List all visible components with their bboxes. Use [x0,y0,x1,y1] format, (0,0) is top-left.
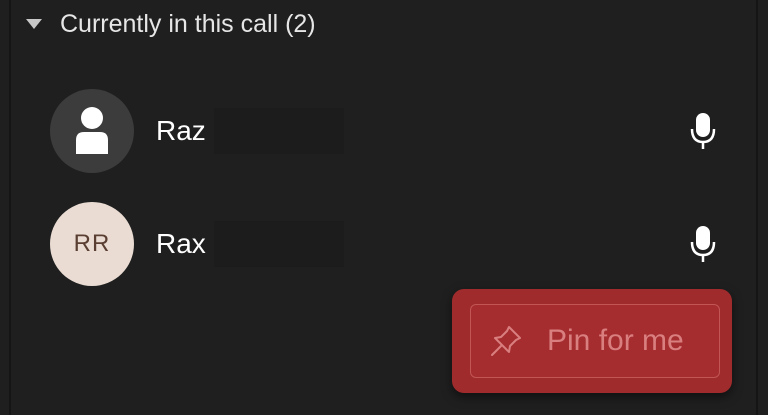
redacted-surname [213,221,344,267]
panel-left-divider [9,0,11,415]
microphone-icon[interactable] [688,111,718,151]
participant-row[interactable]: RR Rax [50,199,730,289]
participant-name: Rax [156,228,206,259]
pin-icon [491,326,521,356]
panel-right-divider [756,0,758,415]
avatar [50,89,134,173]
pin-for-me-label: Pin for me [547,324,684,357]
currently-in-call-header[interactable]: Currently in this call (2) [22,6,316,42]
participant-context-menu: Pin for me [452,289,732,393]
section-title: Currently in this call (2) [60,9,316,38]
participant-row[interactable]: Raz [50,86,730,176]
avatar-initials: RR [73,230,111,257]
participant-name: Raz [156,115,206,146]
redacted-surname [213,108,344,154]
pin-for-me-button[interactable]: Pin for me [470,304,720,378]
caret-down-icon[interactable] [26,19,42,29]
person-icon [76,107,108,154]
microphone-icon[interactable] [688,224,718,264]
call-participants-panel: Currently in this call (2) Raz RR Rax Pi… [0,0,768,415]
avatar: RR [50,202,134,286]
